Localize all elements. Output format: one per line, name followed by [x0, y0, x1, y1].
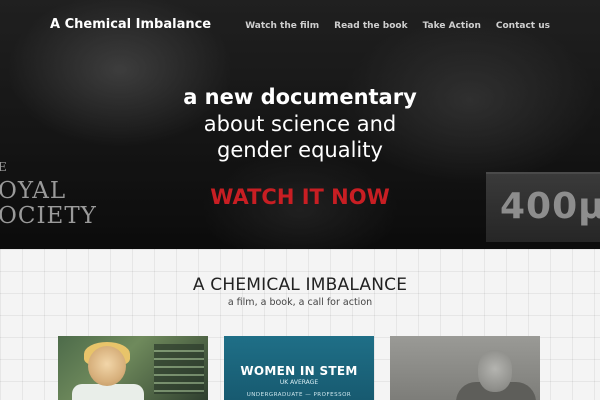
headline-line2: about science and	[203, 112, 397, 136]
film-still-card[interactable]	[58, 336, 208, 400]
lab-coat-image	[72, 384, 144, 400]
section-subtitle: a film, a book, a call for action	[227, 297, 373, 308]
headline-bold: a new documentary	[183, 85, 417, 109]
nav-contact-us[interactable]: Contact us	[496, 21, 550, 31]
face-image	[88, 346, 126, 386]
hero-headline: a new documentary about science and gend…	[0, 84, 600, 163]
card-stem-subtitle: UK AVERAGE	[279, 379, 319, 386]
headline-line3: gender equality	[217, 138, 383, 162]
watch-now-button[interactable]: WATCH IT NOW	[0, 185, 600, 209]
women-in-stem-card[interactable]: WOMEN IN STEM UK AVERAGE UNDERGRADUATE —…	[224, 336, 374, 400]
nav-watch-the-film[interactable]: Watch the film	[245, 21, 319, 31]
site-title[interactable]: A Chemical Imbalance	[50, 17, 211, 32]
card-stem-caption: UNDERGRADUATE — PROFESSOR	[246, 392, 352, 398]
card-stem-title: WOMEN IN STEM	[240, 364, 358, 378]
main-nav: Watch the film Read the book Take Action…	[245, 21, 550, 31]
portrait-head-image	[478, 350, 512, 392]
portrait-card[interactable]	[390, 336, 540, 400]
section-title: A CHEMICAL IMBALANCE	[192, 275, 408, 295]
nav-read-the-book[interactable]: Read the book	[334, 21, 407, 31]
nav-take-action[interactable]: Take Action	[423, 21, 481, 31]
hero: E OYAL OCIETY 400µ A Chemical Imbalance …	[0, 0, 600, 249]
lab-shelf-image	[154, 344, 204, 394]
